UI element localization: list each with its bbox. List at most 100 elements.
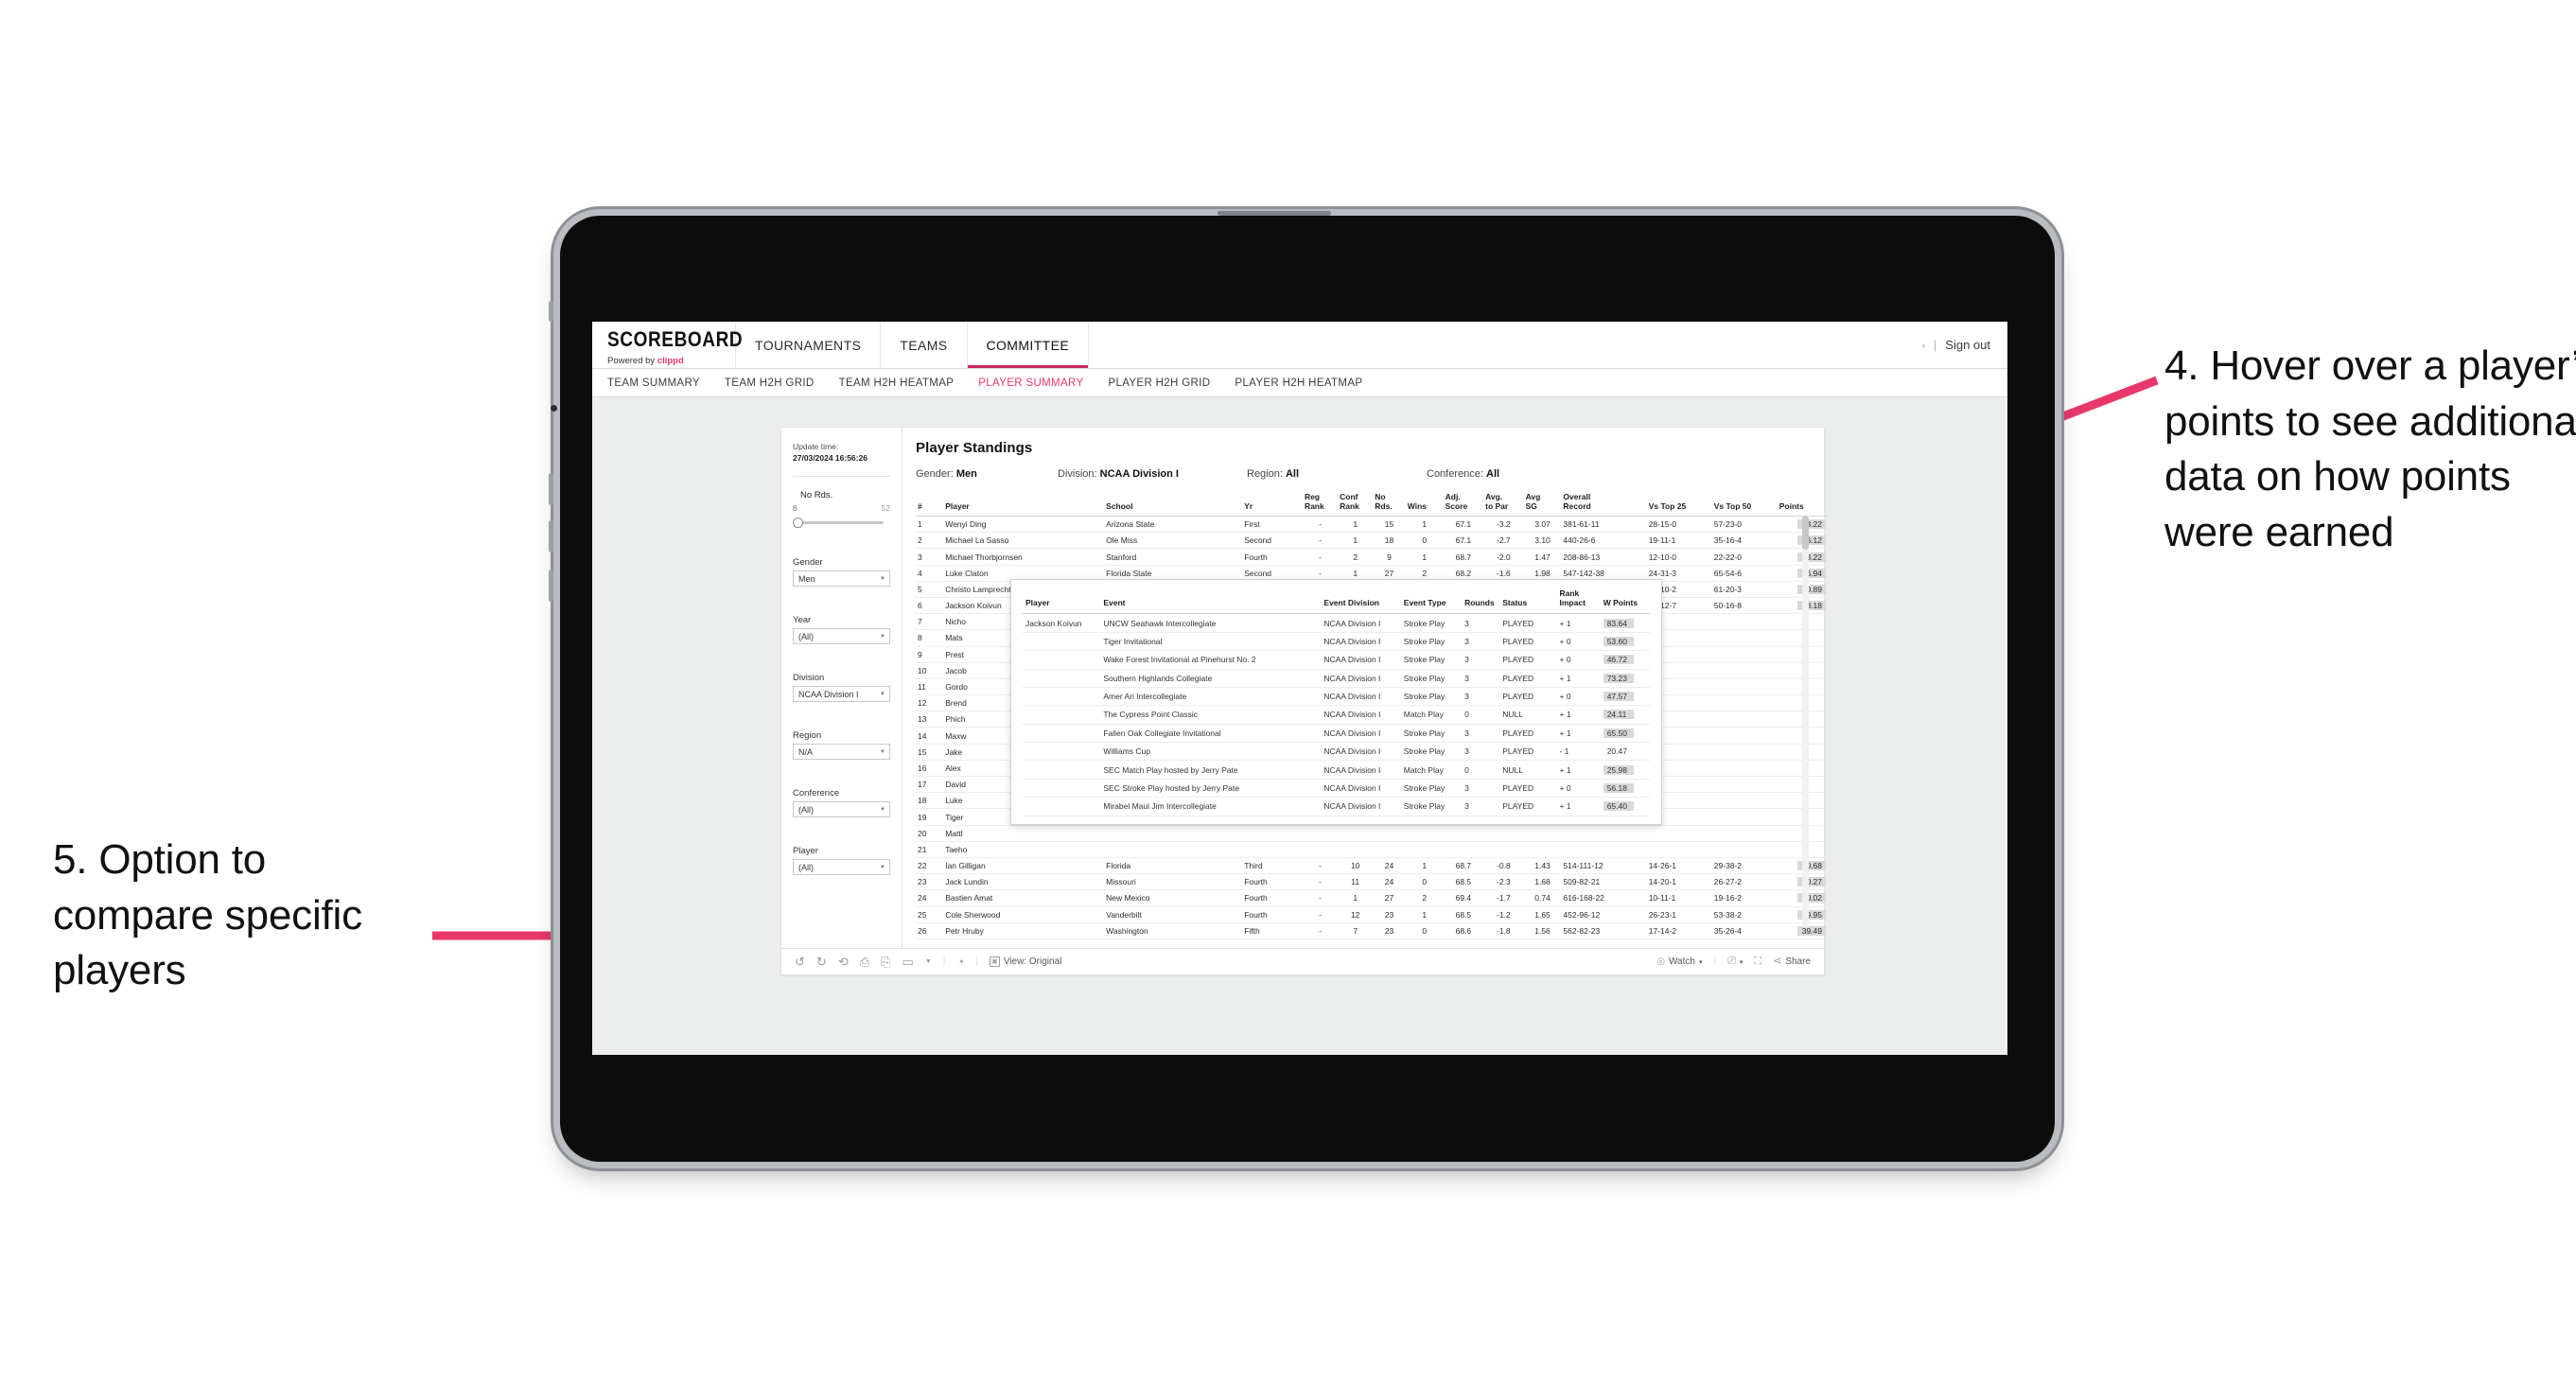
table-row[interactable]: 3 Michael Thorbjornsen Stanford Fourth -…	[916, 548, 1828, 566]
table-scrollbar[interactable]	[1802, 516, 1809, 927]
tt-impact: + 1	[1556, 797, 1601, 816]
nav-committee[interactable]: COMMITTEE	[966, 322, 1090, 368]
filter-conference-select[interactable]: (All) ▼	[793, 801, 890, 818]
share-button[interactable]: ⋖ Share	[1773, 956, 1811, 968]
col-school[interactable]: School	[1104, 490, 1243, 518]
col-points[interactable]: Points	[1777, 490, 1828, 518]
no-rounds-min: 6	[793, 503, 797, 514]
tt-rounds: 3	[1462, 779, 1500, 798]
sign-out-link[interactable]: Sign out	[1945, 338, 1990, 352]
cell-school: Washington	[1104, 922, 1243, 939]
cell-record: 381-61-11	[1561, 516, 1647, 534]
filter-year-select[interactable]: (All) ▼	[793, 628, 890, 645]
nav-tournaments[interactable]: TOURNAMENTS	[735, 322, 882, 368]
cell-record: 452-96-12	[1561, 906, 1647, 923]
cell-rank: 25	[916, 906, 944, 923]
col-reg-rank[interactable]: Reg Rank	[1302, 490, 1339, 518]
chevron-down-icon: ▼	[880, 748, 885, 755]
filter-player-select[interactable]: (All) ▼	[793, 859, 890, 876]
brand-logo[interactable]: SCOREBOARD Powered by clippd	[592, 322, 743, 368]
chevron-right-icon[interactable]: ›	[1922, 341, 1925, 350]
w-points-badge: 56.18	[1603, 782, 1634, 793]
tt-event: Fallen Oak Collegiate Invitational	[1100, 724, 1322, 744]
cell-rank: 8	[916, 629, 944, 647]
cell-adj-score: 68.5	[1443, 873, 1484, 891]
cell-adj-score: 68.5	[1443, 906, 1484, 923]
slider-track-bar	[795, 521, 884, 525]
cell-school: Arizona State	[1104, 516, 1243, 534]
cell-reg-rank: -	[1302, 889, 1339, 907]
subnav-team-h2h-grid[interactable]: TEAM H2H GRID	[725, 377, 815, 389]
powered-by-prefix: Powered by	[607, 356, 657, 366]
tt-rounds: 3	[1462, 687, 1500, 707]
col-avg-sg[interactable]: Avg SG	[1523, 490, 1562, 518]
cell-record: 514-111-12	[1561, 857, 1647, 875]
redo-icon[interactable]: ↻	[816, 956, 827, 968]
cell-wins: 0	[1405, 922, 1444, 939]
standings-header: # Player School Yr Reg Rank Conf Rank No Rd…	[916, 490, 1828, 518]
filter-gender-value: Men	[798, 573, 815, 584]
subnav-player-h2h-grid[interactable]: PLAYER H2H GRID	[1108, 377, 1210, 389]
cell-vs-top-50: 29-38-2	[1711, 857, 1778, 875]
col-yr[interactable]: Yr	[1242, 490, 1303, 518]
tt-rounds: 3	[1462, 613, 1500, 633]
undo-icon[interactable]: ↺	[795, 956, 805, 968]
col-overall-record[interactable]: Overall Record	[1561, 490, 1647, 518]
tt-status: PLAYED	[1499, 613, 1557, 633]
update-time-label: Update time:	[793, 442, 839, 451]
tt-division: NCAA Division I	[1321, 760, 1401, 780]
watch-button[interactable]: ◎ Watch ▾	[1656, 956, 1702, 967]
refresh-data-icon[interactable]: ⎙	[860, 956, 869, 968]
download-button[interactable]: ⎚ ▾	[1727, 956, 1743, 967]
subnav-player-summary[interactable]: PLAYER SUMMARY	[978, 377, 1083, 389]
tt-rank-impact-line1: Rank	[1559, 588, 1580, 598]
chevron-down-icon: ▼	[880, 864, 885, 870]
table-row[interactable]: 25 Cole Sherwood Vanderbilt Fourth - 12 …	[916, 906, 1828, 923]
list-item: The Cypress Point Classic NCAA Division …	[1023, 705, 1650, 725]
cell-vs-top-25: 28-15-0	[1646, 516, 1712, 534]
col-conf-rank[interactable]: Conf Rank	[1338, 490, 1374, 518]
col-vs-top-50[interactable]: Vs Top 50	[1711, 490, 1778, 518]
filter-division-select[interactable]: NCAA Division I ▼	[793, 686, 890, 703]
table-row[interactable]: 21 Taeho	[916, 841, 1828, 858]
table-row[interactable]: 23 Jack Lundin Missouri Fourth - 11 24 0	[916, 873, 1828, 891]
subnav-team-summary[interactable]: TEAM SUMMARY	[607, 377, 700, 389]
scrollbar-thumb[interactable]	[1802, 516, 1809, 550]
cell-avg-to-par: -1.7	[1483, 889, 1524, 907]
table-row[interactable]: 22 Ian Gilligan Florida Third - 10 24 1	[916, 857, 1828, 875]
table-row[interactable]: 26 Petr Hruby Washington Fifth - 7 23 0	[916, 922, 1828, 939]
col-avg-to-par[interactable]: Avg. to Par	[1483, 490, 1524, 518]
revert-icon[interactable]: ⟲	[838, 956, 849, 968]
subnav-team-h2h-heatmap[interactable]: TEAM H2H HEATMAP	[839, 377, 955, 389]
cell-record: 509-82-21	[1561, 873, 1647, 891]
data-details-icon[interactable]: ◔	[956, 956, 964, 968]
filter-region-select[interactable]: N/A ▼	[793, 744, 890, 761]
custom-views-icon[interactable]: ▭	[902, 956, 914, 968]
col-no-rds[interactable]: No Rds.	[1373, 490, 1406, 518]
col-adj-score[interactable]: Adj. Score	[1443, 490, 1484, 518]
col-rank[interactable]: #	[916, 490, 944, 518]
download-icon: ⎚	[1727, 956, 1736, 967]
table-row[interactable]: 1 Wenyi Ding Arizona State First - 1 15 …	[916, 516, 1828, 534]
rail-divider	[793, 476, 890, 478]
tt-event: SEC Stroke Play hosted by Jerry Pate	[1100, 779, 1322, 798]
table-row[interactable]: 2 Michael La Sasso Ole Miss Second - 1 1…	[916, 532, 1828, 550]
table-row[interactable]: 24 Bastien Amat New Mexico Fourth - 1 27…	[916, 889, 1828, 907]
slider-handle[interactable]	[793, 518, 803, 529]
toolbar-divider: |	[975, 956, 978, 967]
no-rounds-slider[interactable]	[793, 516, 890, 529]
col-player[interactable]: Player	[943, 490, 1105, 518]
nav-teams[interactable]: TEAMS	[880, 322, 968, 368]
table-row[interactable]: 20 Mattl	[916, 825, 1828, 842]
tt-rounds: 3	[1462, 724, 1500, 744]
summary-division: Division: NCAA Division I	[1058, 468, 1247, 480]
chevron-down-icon[interactable]: ▼	[925, 958, 932, 965]
col-wins[interactable]: Wins	[1405, 490, 1444, 518]
pause-updates-icon[interactable]: ⎘	[881, 956, 890, 968]
view-original-button[interactable]: ▣ View: Original	[989, 956, 1061, 967]
col-vs-top-25[interactable]: Vs Top 25	[1646, 490, 1712, 518]
fullscreen-icon[interactable]: ⛶	[1754, 956, 1761, 967]
subnav-player-h2h-heatmap[interactable]: PLAYER H2H HEATMAP	[1235, 377, 1362, 389]
cell-player: Mattl	[943, 825, 1105, 842]
filter-gender-select[interactable]: Men ▼	[793, 570, 890, 588]
